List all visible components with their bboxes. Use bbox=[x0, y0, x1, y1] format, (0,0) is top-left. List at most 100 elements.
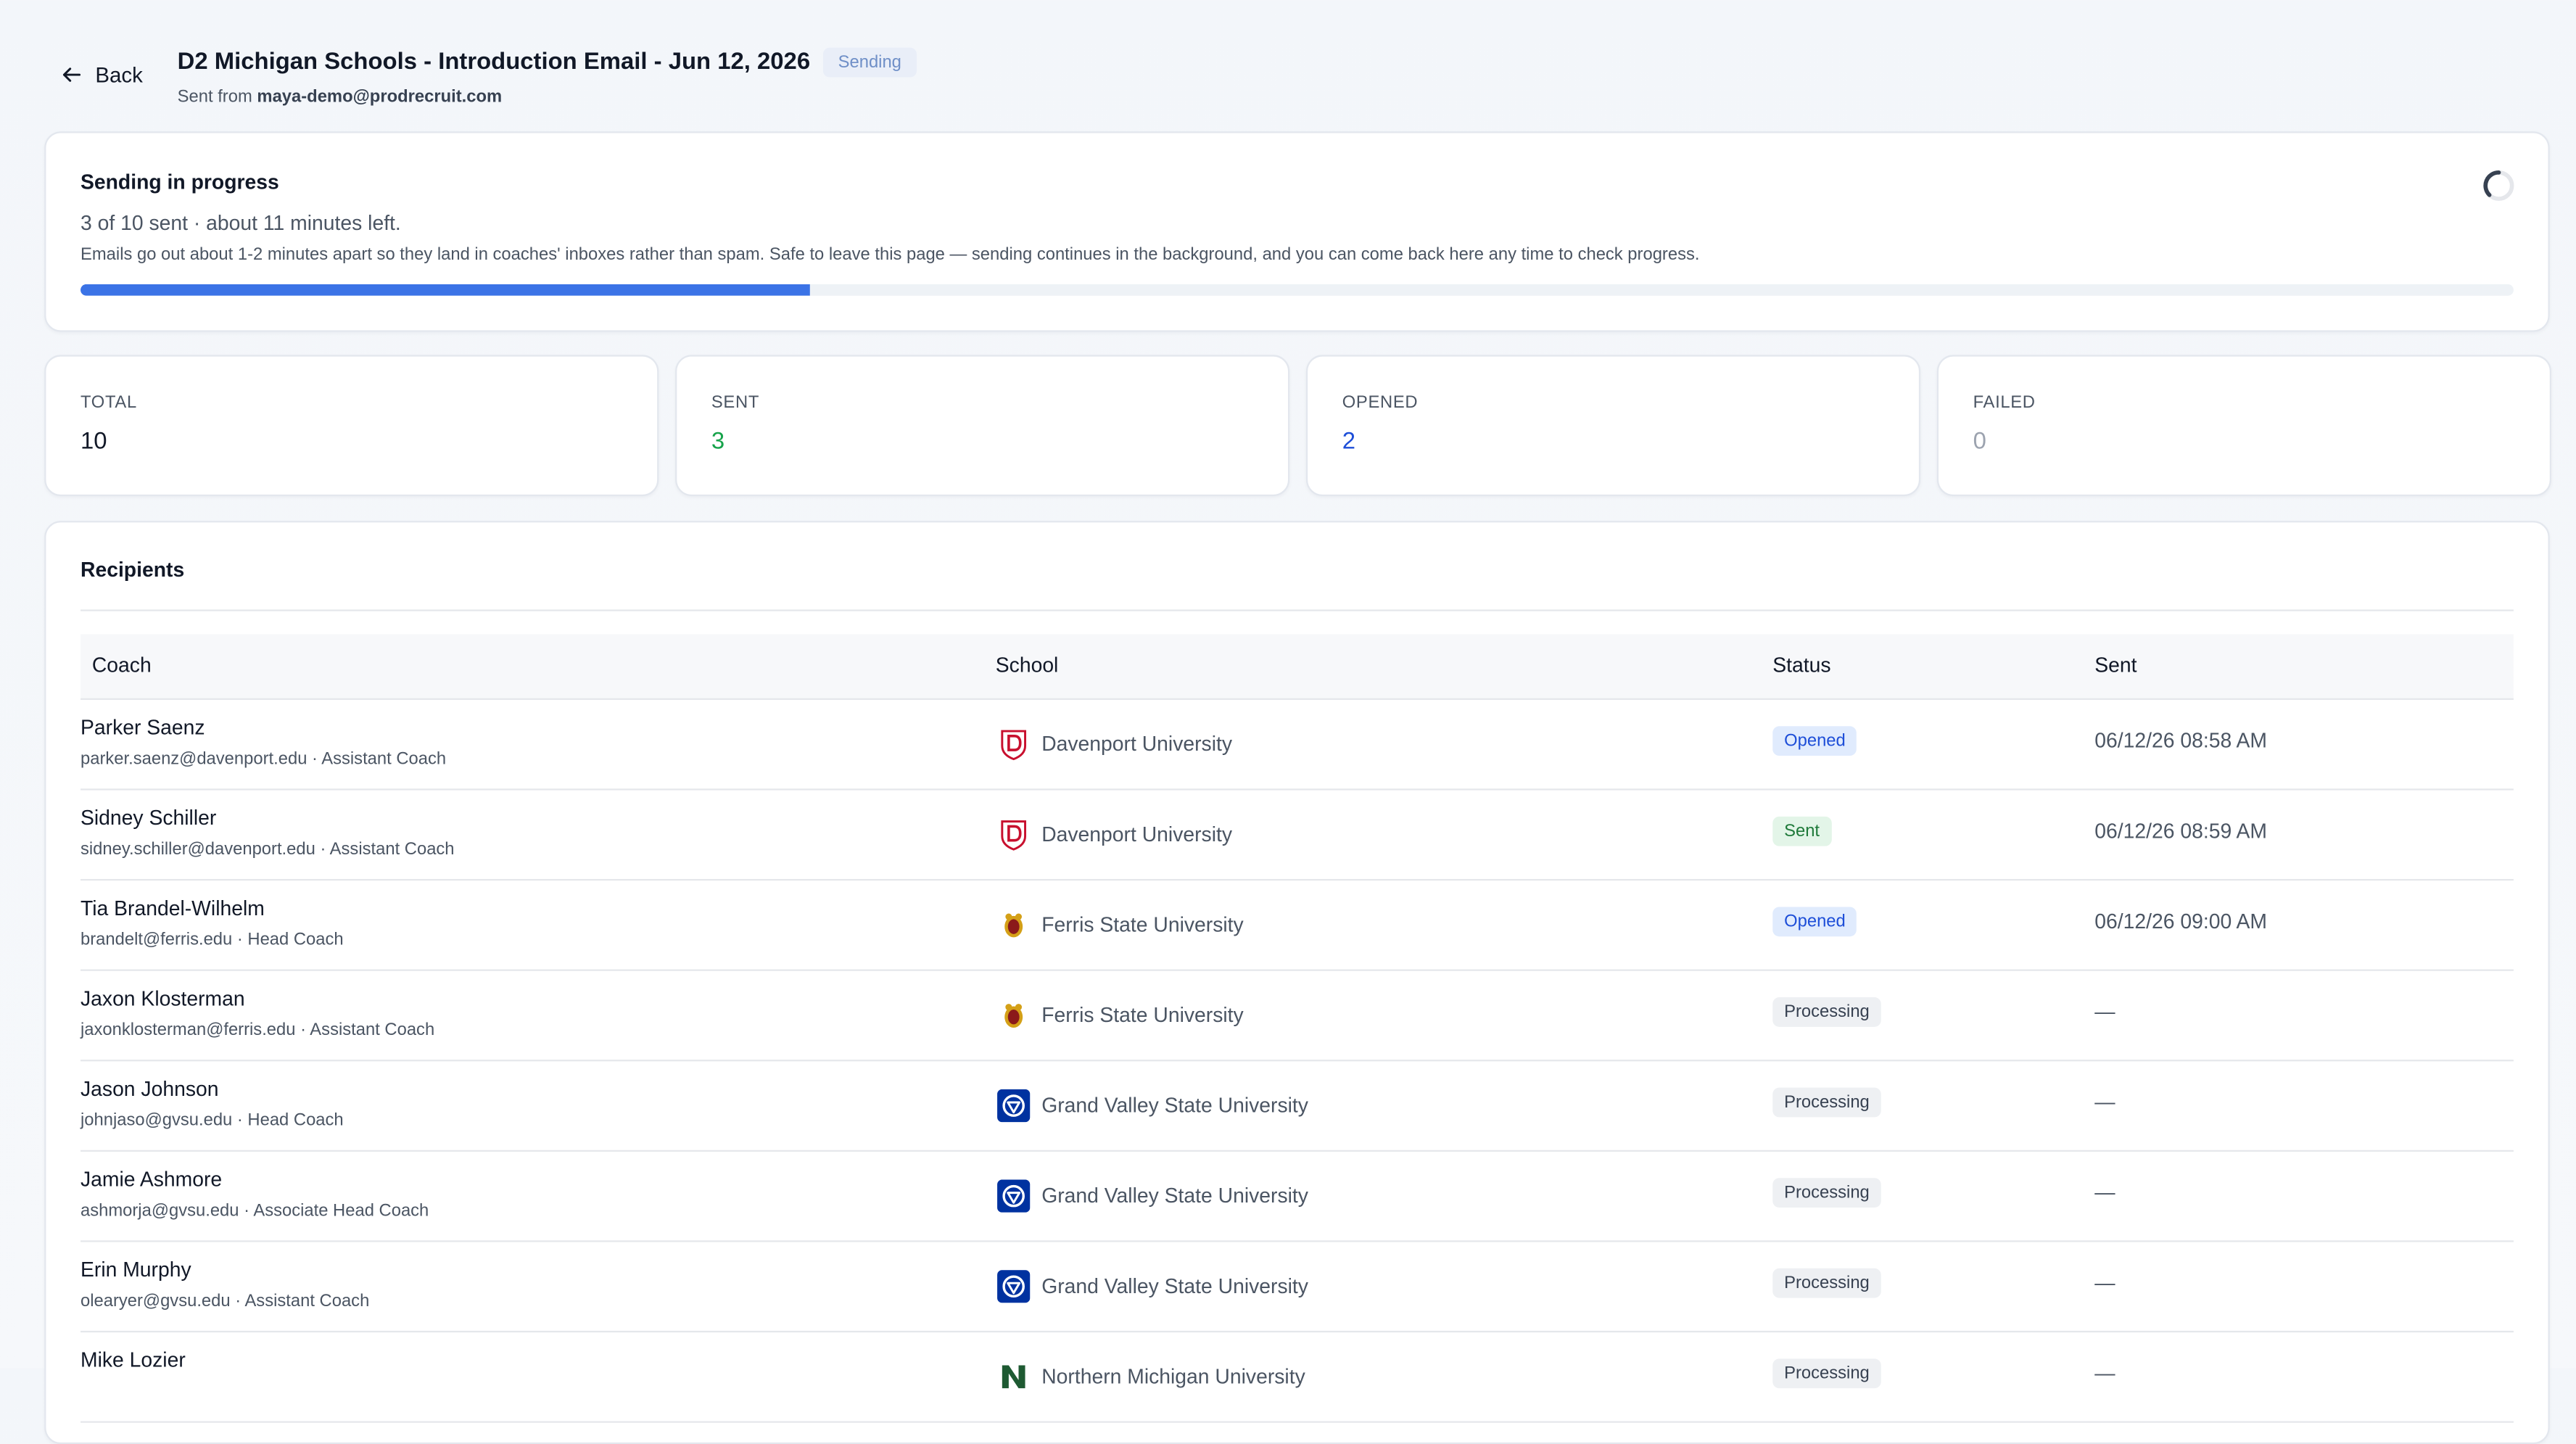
gvsu-logo-icon bbox=[996, 1088, 1031, 1123]
table-row[interactable]: Jason Johnson johnjaso@gvsu.edu · Head Co… bbox=[80, 1061, 2514, 1152]
stat-label: FAILED bbox=[1973, 392, 2036, 413]
stat-opened: OPENED 2 bbox=[1305, 355, 1921, 497]
school-cell: Northern Michigan University bbox=[996, 1358, 1305, 1393]
davenport-logo-icon bbox=[996, 817, 1031, 851]
stat-value: 10 bbox=[80, 429, 107, 455]
school-cell: Grand Valley State University bbox=[996, 1088, 1308, 1123]
table-row[interactable]: Jamie Ashmore ashmorja@gvsu.edu · Associa… bbox=[80, 1152, 2514, 1242]
school-name: Davenport University bbox=[1041, 732, 1233, 755]
stat-value: 0 bbox=[1973, 429, 1986, 455]
status-badge: Processing bbox=[1772, 1358, 1881, 1389]
arrow-left-icon bbox=[62, 67, 81, 82]
status-badge: Processing bbox=[1772, 1087, 1881, 1118]
table-row[interactable]: Erin Murphy olearyer@gvsu.edu · Assistant… bbox=[80, 1242, 2514, 1333]
coach-email-role: brandelt@ferris.edu · Head Coach bbox=[80, 930, 344, 950]
status-badge: Sent bbox=[1772, 816, 1831, 846]
progress-bar-fill bbox=[80, 284, 811, 296]
stat-value: 2 bbox=[1342, 429, 1356, 455]
coach-email-role: ashmorja@gvsu.edu · Associate Head Coach bbox=[80, 1200, 429, 1221]
ferris-logo-icon bbox=[996, 907, 1031, 941]
progress-count: 3 of 10 sent · about 11 minutes left. bbox=[80, 212, 401, 235]
stat-label: OPENED bbox=[1342, 392, 1419, 413]
recipients-table-body: Parker Saenz parker.saenz@davenport.edu ·… bbox=[80, 700, 2514, 1423]
table-header: Coach School Status Sent bbox=[80, 634, 2514, 701]
school-cell: Davenport University bbox=[996, 726, 1232, 761]
sent-timestamp: — bbox=[2094, 1000, 2115, 1024]
stat-sent: SENT 3 bbox=[675, 355, 1290, 497]
status-badge: Opened bbox=[1772, 907, 1857, 937]
table-row[interactable]: Sidney Schiller sidney.schiller@davenport… bbox=[80, 791, 2514, 881]
gvsu-logo-icon bbox=[996, 1268, 1031, 1303]
coach-name: Jaxon Klosterman bbox=[80, 987, 245, 1011]
school-name: Grand Valley State University bbox=[1041, 1093, 1308, 1117]
coach-name: Sidney Schiller bbox=[80, 806, 217, 830]
back-label: Back bbox=[95, 62, 143, 88]
gvsu-logo-icon bbox=[996, 1178, 1031, 1213]
status-badge: Processing bbox=[1772, 1178, 1881, 1208]
divider bbox=[80, 609, 2514, 611]
recipients-card: Recipients Coach School Status Sent Park… bbox=[44, 521, 2550, 1444]
status-badge: Opened bbox=[1772, 726, 1857, 756]
school-cell: Ferris State University bbox=[996, 907, 1244, 941]
coach-name: Erin Murphy bbox=[80, 1258, 191, 1282]
school-name: Grand Valley State University bbox=[1041, 1184, 1308, 1207]
coach-email-role: sidney.schiller@davenport.edu · Assistan… bbox=[80, 839, 455, 859]
stat-label: SENT bbox=[711, 392, 760, 413]
loading-spinner-icon bbox=[2483, 170, 2514, 201]
sent-timestamp: — bbox=[2094, 1361, 2115, 1385]
nmu-logo-icon bbox=[996, 1358, 1031, 1393]
sent-timestamp: 06/12/26 08:58 AM bbox=[2094, 729, 2268, 753]
school-name: Davenport University bbox=[1041, 822, 1233, 846]
page-title: D2 Michigan Schools - Introduction Email… bbox=[177, 49, 811, 76]
stat-failed: FAILED 0 bbox=[1936, 355, 2552, 497]
table-row[interactable]: Tia Brandel-Wilhelm brandelt@ferris.edu ·… bbox=[80, 880, 2514, 971]
school-cell: Davenport University bbox=[996, 817, 1232, 851]
ferris-logo-icon bbox=[996, 997, 1031, 1032]
title-block: D2 Michigan Schools - Introduction Email… bbox=[177, 47, 917, 107]
status-badge: Processing bbox=[1772, 1268, 1881, 1298]
stat-total: TOTAL 10 bbox=[44, 355, 659, 497]
status-badge: Sending bbox=[823, 47, 917, 78]
status-badge: Processing bbox=[1772, 997, 1881, 1027]
sent-timestamp: 06/12/26 08:59 AM bbox=[2094, 820, 2268, 843]
sent-from-prefix: Sent from bbox=[177, 87, 252, 107]
coach-email-role: parker.saenz@davenport.edu · Assistant C… bbox=[80, 748, 447, 770]
back-button[interactable]: Back bbox=[61, 62, 143, 87]
stat-value: 3 bbox=[711, 429, 725, 455]
coach-name: Jamie Ashmore bbox=[80, 1168, 223, 1192]
recipients-title: Recipients bbox=[80, 558, 185, 582]
column-header-coach[interactable]: Coach bbox=[92, 654, 152, 677]
coach-email-role: olearyer@gvsu.edu · Assistant Coach bbox=[80, 1291, 370, 1311]
table-row[interactable]: Parker Saenz parker.saenz@davenport.edu ·… bbox=[80, 700, 2514, 791]
coach-name: Jason Johnson bbox=[80, 1078, 219, 1101]
sent-timestamp: 06/12/26 09:00 AM bbox=[2094, 909, 2268, 933]
progress-bar bbox=[80, 284, 2514, 296]
progress-card: Sending in progress 3 of 10 sent · about… bbox=[44, 131, 2550, 332]
column-header-school[interactable]: School bbox=[996, 654, 1059, 677]
progress-note: Emails go out about 1-2 minutes apart so… bbox=[80, 244, 1700, 265]
school-name: Ferris State University bbox=[1041, 912, 1244, 936]
stat-label: TOTAL bbox=[80, 392, 137, 413]
school-cell: Ferris State University bbox=[996, 997, 1244, 1032]
sent-timestamp: — bbox=[2094, 1271, 2115, 1295]
coach-name: Mike Lozier bbox=[80, 1348, 186, 1372]
school-name: Ferris State University bbox=[1041, 1002, 1244, 1026]
school-cell: Grand Valley State University bbox=[996, 1178, 1308, 1213]
school-cell: Grand Valley State University bbox=[996, 1268, 1308, 1303]
header: Back D2 Michigan Schools - Introduction … bbox=[0, 0, 2576, 131]
page: Back D2 Michigan Schools - Introduction … bbox=[0, 0, 2576, 1444]
sent-from: Sent from maya-demo@prodrecruit.com bbox=[178, 87, 917, 107]
column-header-status[interactable]: Status bbox=[1772, 654, 1830, 677]
sent-timestamp: — bbox=[2094, 1091, 2115, 1114]
sent-timestamp: — bbox=[2094, 1181, 2115, 1205]
progress-title: Sending in progress bbox=[80, 170, 279, 194]
column-header-sent[interactable]: Sent bbox=[2094, 654, 2137, 677]
table-row[interactable]: Mike Lozier Northern Michigan University P… bbox=[80, 1332, 2514, 1423]
school-name: Grand Valley State University bbox=[1041, 1274, 1308, 1297]
sent-from-email: maya-demo@prodrecruit.com bbox=[257, 87, 503, 107]
coach-email-role: johnjaso@gvsu.edu · Head Coach bbox=[80, 1110, 344, 1131]
table-row[interactable]: Jaxon Klosterman jaxonklosterman@ferris.e… bbox=[80, 971, 2514, 1062]
school-name: Northern Michigan University bbox=[1041, 1364, 1305, 1388]
coach-name: Parker Saenz bbox=[80, 716, 205, 740]
coach-email-role: jaxonklosterman@ferris.edu · Assistant C… bbox=[80, 1020, 435, 1040]
